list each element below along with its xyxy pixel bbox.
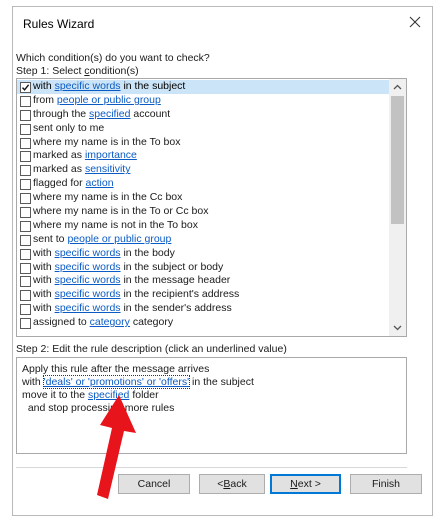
condition-checkbox[interactable]	[20, 137, 31, 149]
condition-checkbox[interactable]	[20, 179, 31, 191]
condition-text: with specific words in the sender's addr…	[33, 302, 232, 315]
condition-checkbox[interactable]	[20, 95, 31, 107]
condition-row[interactable]: marked as sensitivity	[17, 163, 390, 177]
button-separator	[16, 467, 407, 468]
condition-row[interactable]: marked as importance	[17, 149, 390, 163]
condition-checkbox[interactable]	[20, 304, 31, 316]
condition-row[interactable]: from people or public group	[17, 94, 390, 108]
condition-row[interactable]: with specific words in the subject or bo…	[17, 261, 390, 275]
condition-text: assigned to category category	[33, 316, 174, 329]
condition-link[interactable]: specific words	[55, 302, 121, 314]
conditions-list[interactable]: with specific words in the subject from p…	[16, 78, 407, 337]
condition-checkbox[interactable]	[20, 82, 31, 93]
condition-text: where my name is in the To box	[33, 135, 181, 148]
condition-link[interactable]: category	[90, 316, 130, 328]
condition-link[interactable]: specific words	[55, 80, 121, 92]
condition-link[interactable]: importance	[85, 149, 137, 161]
condition-text: with specific words in the body	[33, 246, 175, 259]
condition-row[interactable]: flagged for action	[17, 177, 390, 191]
finish-button[interactable]: Finish	[350, 474, 422, 494]
condition-link[interactable]: specific words	[55, 274, 121, 286]
condition-text: marked as sensitivity	[33, 163, 131, 176]
scrollbar-thumb[interactable]	[391, 96, 404, 224]
condition-text: with specific words in the subject	[33, 80, 186, 92]
condition-text: through the specified account	[33, 107, 171, 120]
condition-text: where my name is in the Cc box	[33, 191, 183, 204]
condition-row[interactable]: sent to people or public group	[17, 233, 390, 247]
step1-label: Step 1: Select condition(s)	[16, 65, 139, 77]
condition-link[interactable]: sensitivity	[85, 163, 131, 175]
back-button[interactable]: < Back	[199, 474, 265, 494]
condition-row[interactable]: where my name is not in the To box	[17, 219, 390, 233]
condition-row[interactable]: with specific words in the recipient's a…	[17, 288, 390, 302]
condition-checkbox[interactable]	[20, 262, 31, 274]
scroll-down-arrow-icon[interactable]	[393, 325, 402, 331]
condition-text: marked as importance	[33, 149, 137, 162]
condition-link[interactable]: specific words	[55, 288, 121, 300]
condition-text: with specific words in the recipient's a…	[33, 288, 240, 301]
checkmark-icon	[21, 84, 30, 91]
condition-text: from people or public group	[33, 93, 161, 106]
condition-row[interactable]: where my name is in the To box	[17, 136, 390, 150]
condition-checkbox[interactable]	[20, 165, 31, 177]
condition-row[interactable]: through the specified account	[17, 108, 390, 122]
condition-text: with specific words in the subject or bo…	[33, 260, 224, 273]
condition-row[interactable]: with specific words in the body	[17, 247, 390, 261]
condition-checkbox[interactable]	[20, 109, 31, 121]
condition-checkbox[interactable]	[20, 193, 31, 205]
scroll-down-button[interactable]	[389, 320, 406, 336]
condition-row[interactable]: sent only to me	[17, 122, 390, 136]
condition-checkbox[interactable]	[20, 151, 31, 163]
condition-checkbox[interactable]	[20, 290, 31, 302]
condition-row[interactable]: with specific words in the message heade…	[17, 274, 390, 288]
condition-text: flagged for action	[33, 177, 114, 190]
condition-row[interactable]: assigned to category category	[17, 316, 390, 330]
condition-row[interactable]: where my name is in the Cc box	[17, 191, 390, 205]
condition-checkbox[interactable]	[20, 276, 31, 288]
condition-link[interactable]: people or public group	[67, 233, 171, 245]
description-line-3: move it to the specified folder	[22, 389, 159, 401]
scroll-up-arrow-icon[interactable]	[393, 84, 402, 90]
close-icon[interactable]	[408, 15, 422, 29]
condition-text: where my name is not in the To box	[33, 218, 198, 231]
condition-checkbox[interactable]	[20, 220, 31, 232]
description-line-4: and stop processing more rules	[22, 402, 175, 414]
title-bar: Rules Wizard	[13, 7, 432, 37]
description-line-1: Apply this rule after the message arrive…	[22, 363, 210, 375]
condition-row[interactable]: with specific words in the subject	[17, 80, 390, 94]
next-button[interactable]: Next >	[270, 474, 341, 494]
condition-text: with specific words in the message heade…	[33, 274, 231, 287]
conditions-scrollbar[interactable]	[389, 79, 406, 336]
condition-row[interactable]: where my name is in the To or Cc box	[17, 205, 390, 219]
condition-link[interactable]: specified	[89, 108, 130, 120]
condition-checkbox[interactable]	[20, 318, 31, 330]
condition-text: sent to people or public group	[33, 232, 172, 245]
close-button[interactable]	[408, 15, 422, 29]
specified-folder-link[interactable]: specified	[88, 389, 129, 401]
conditions-question: Which condition(s) do you want to check?	[16, 52, 210, 64]
words-value-link[interactable]: 'deals' or 'promotions' or 'offers'	[42, 375, 191, 389]
cancel-button[interactable]: Cancel	[118, 474, 190, 494]
description-line-2: with 'deals' or 'promotions' or 'offers'…	[22, 375, 254, 389]
condition-row[interactable]: with specific words in the sender's addr…	[17, 302, 390, 316]
condition-link[interactable]: action	[86, 177, 114, 189]
condition-checkbox[interactable]	[20, 207, 31, 219]
condition-link[interactable]: people or public group	[57, 94, 161, 106]
condition-text: where my name is in the To or Cc box	[33, 205, 209, 218]
scroll-up-button[interactable]	[389, 79, 406, 95]
rule-description-box: Apply this rule after the message arrive…	[16, 357, 407, 454]
condition-checkbox[interactable]	[20, 234, 31, 246]
condition-link[interactable]: specific words	[55, 247, 121, 259]
condition-link[interactable]: specific words	[55, 261, 121, 273]
condition-text: sent only to me	[33, 121, 105, 134]
window-title: Rules Wizard	[23, 17, 95, 31]
conditions-rows: with specific words in the subject from p…	[17, 80, 390, 330]
step2-label: Step 2: Edit the rule description (click…	[16, 343, 287, 355]
condition-checkbox[interactable]	[20, 123, 31, 135]
condition-checkbox[interactable]	[20, 248, 31, 260]
